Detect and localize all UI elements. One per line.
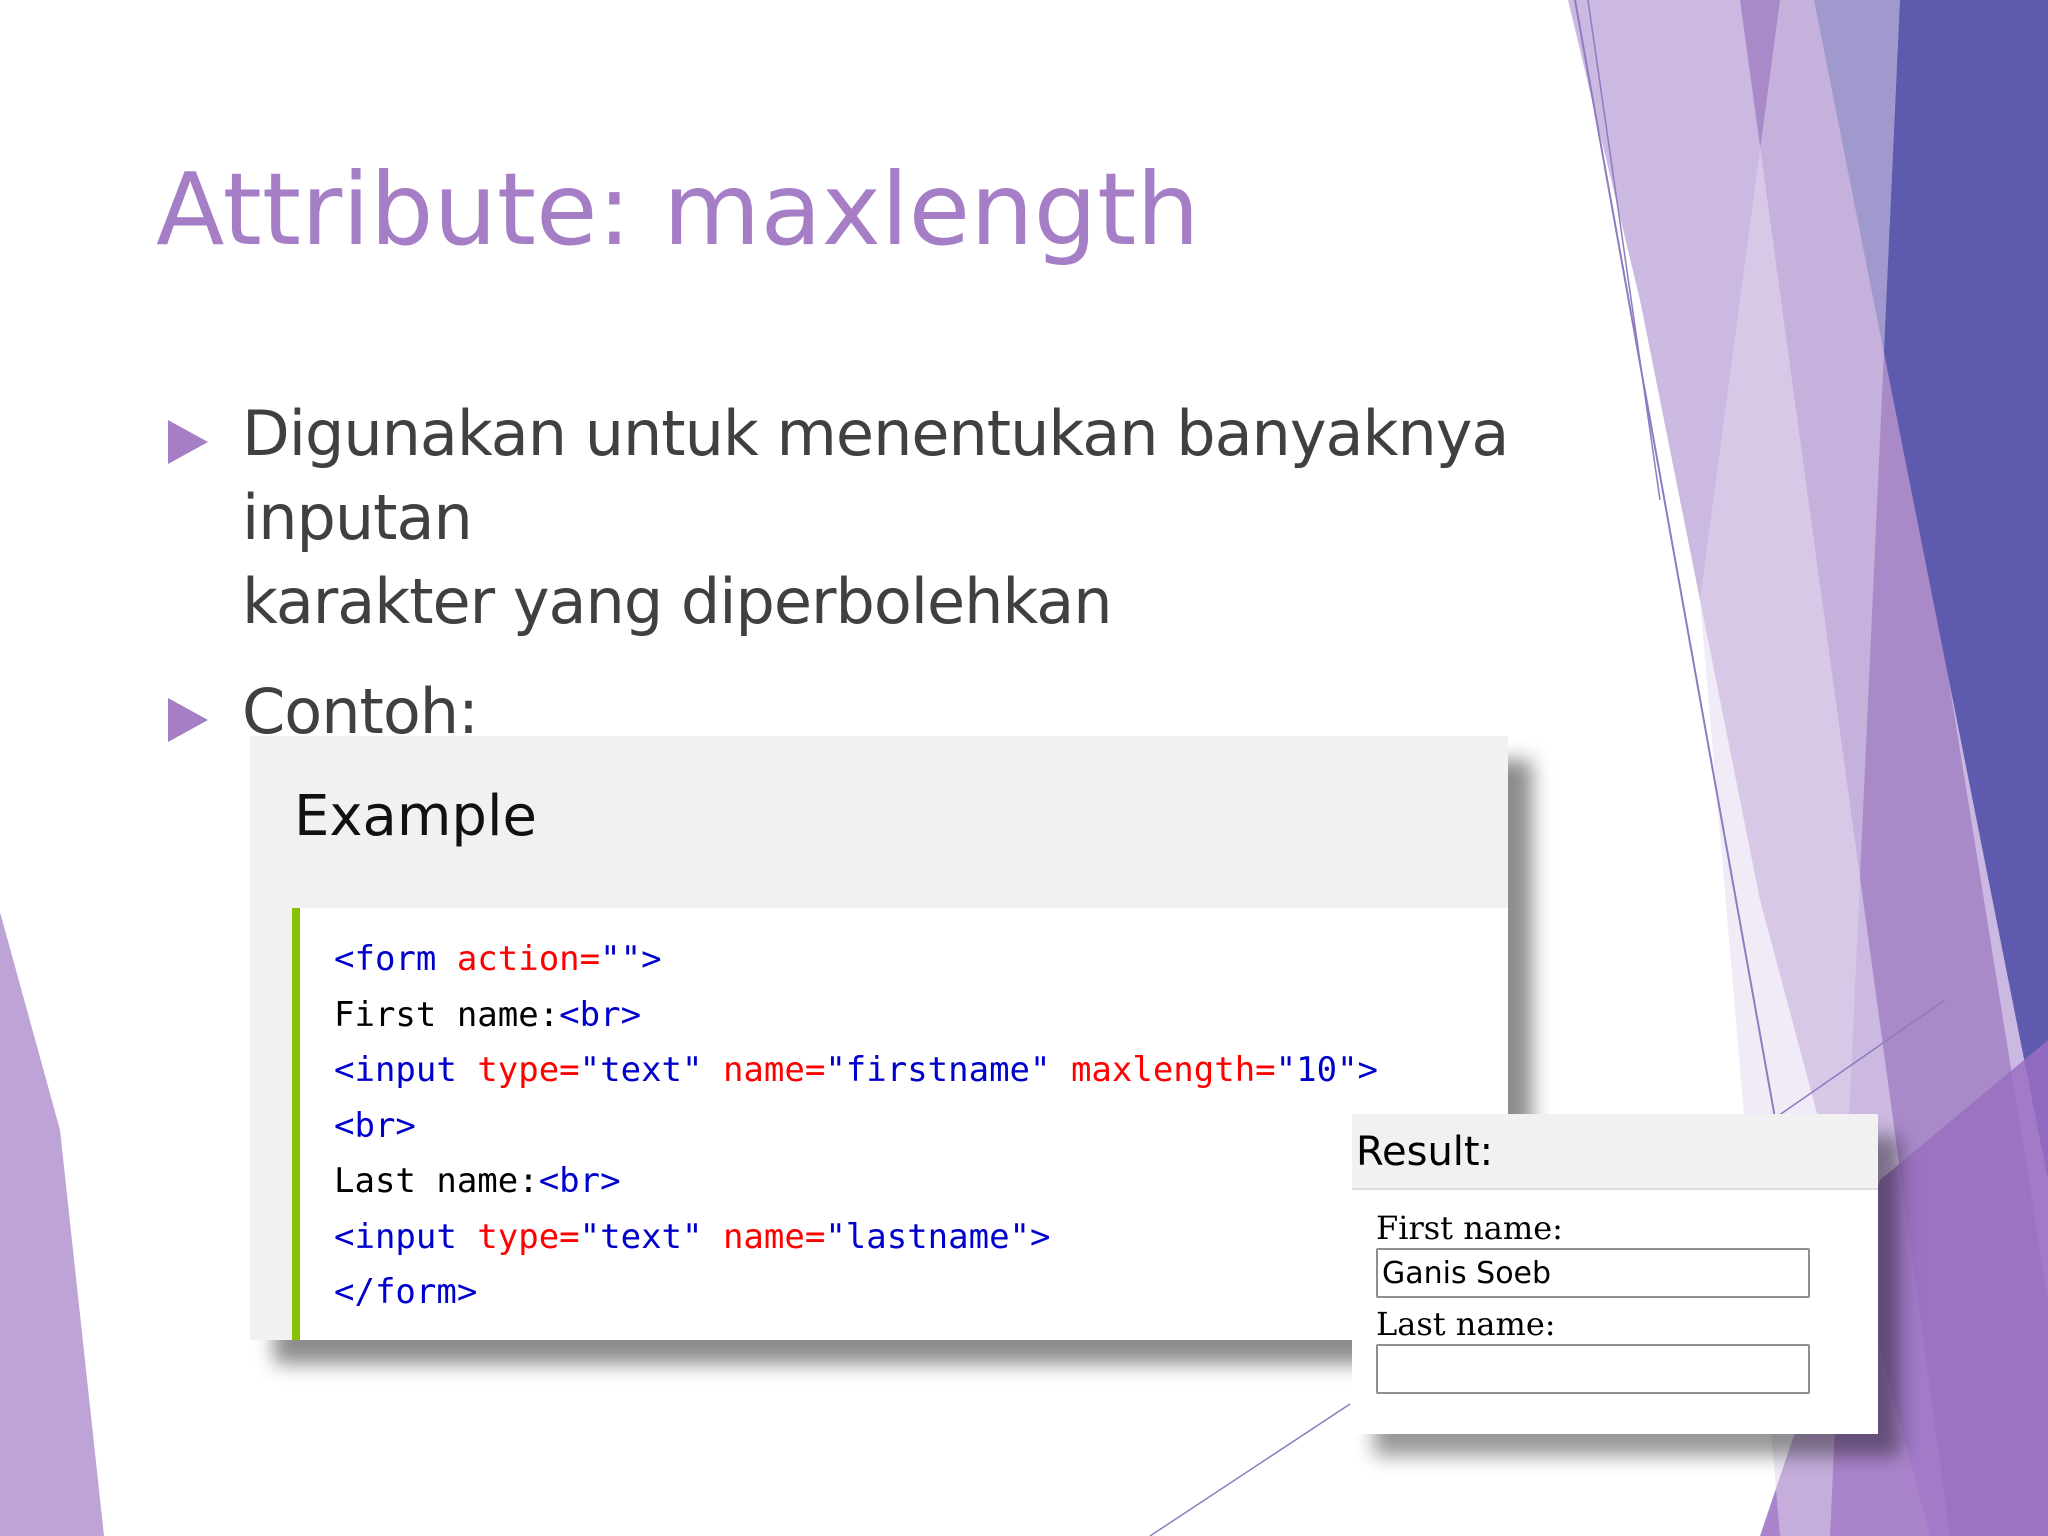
code-tag: <input <box>334 1216 457 1257</box>
code-attr: name= <box>702 1050 826 1090</box>
result-heading: Result: <box>1356 1129 1494 1175</box>
first-name-input[interactable] <box>1376 1248 1810 1298</box>
first-name-label: First name: <box>1376 1209 1563 1247</box>
code-line-2: First name:<br> <box>334 988 1508 1044</box>
result-header: Result: <box>1352 1114 1878 1190</box>
code-line-5: Last name:<br> <box>334 1154 1508 1210</box>
slide-title: Attribute: maxlength <box>156 151 1200 268</box>
code-line-4: <br> <box>334 1099 1508 1155</box>
code-attr: action= <box>436 939 601 979</box>
code-attr: type= <box>456 1050 580 1090</box>
code-tag: <br> <box>538 1161 621 1201</box>
code-value: ""> <box>600 939 662 979</box>
code-attr: maxlength= <box>1050 1050 1276 1090</box>
code-value: "text" <box>579 1216 703 1257</box>
code-line-3: <input type="text" name="firstname" maxl… <box>334 1043 1508 1099</box>
code-line-7: </form> <box>334 1265 1508 1321</box>
result-form: First name: Last name: <box>1376 1208 1810 1400</box>
left-purple-shape <box>0 912 104 1536</box>
code-attr: name= <box>702 1216 826 1257</box>
code-line-1: <form action=""> <box>334 932 1508 988</box>
code-tag: <form <box>334 939 437 979</box>
triangle-bullet-icon <box>168 420 208 464</box>
last-name-input[interactable] <box>1376 1344 1810 1394</box>
code-block: <form action=""> First name:<br> <input … <box>292 908 1508 1340</box>
code-tag: <br> <box>559 994 642 1035</box>
example-panel: Example <form action=""> First name:<br>… <box>250 736 1508 1340</box>
code-attr: type= <box>456 1216 580 1257</box>
result-panel: Result: First name: Last name: <box>1352 1114 1878 1434</box>
code-value: "text" <box>579 1050 703 1090</box>
code-text: Last name: <box>334 1161 539 1201</box>
thin-decor-line-3 <box>1149 1403 1351 1536</box>
example-heading: Example <box>294 784 537 849</box>
last-name-label: Last name: <box>1376 1305 1556 1343</box>
code-text: First name: <box>334 994 560 1035</box>
code-value: "lastname"> <box>825 1216 1051 1257</box>
code-line-6: <input type="text" name="lastname"> <box>334 1210 1508 1266</box>
bullet-text-line-1: Digunakan untuk menentukan banyaknya inp… <box>242 397 1509 554</box>
code-tag: <br> <box>334 1105 416 1146</box>
code-tag: </form> <box>334 1272 478 1312</box>
bullet-text-line-2: karakter yang diperbolehkan <box>242 565 1113 638</box>
code-value: "10"> <box>1275 1050 1379 1090</box>
bullet-item-description: Digunakan untuk menentukan banyaknya inp… <box>166 392 1686 644</box>
code-tag: <input <box>334 1050 457 1090</box>
triangle-bullet-icon <box>168 698 208 742</box>
bullet-list: Digunakan untuk menentukan banyaknya inp… <box>166 392 1686 780</box>
code-value: "firstname" <box>825 1050 1051 1090</box>
